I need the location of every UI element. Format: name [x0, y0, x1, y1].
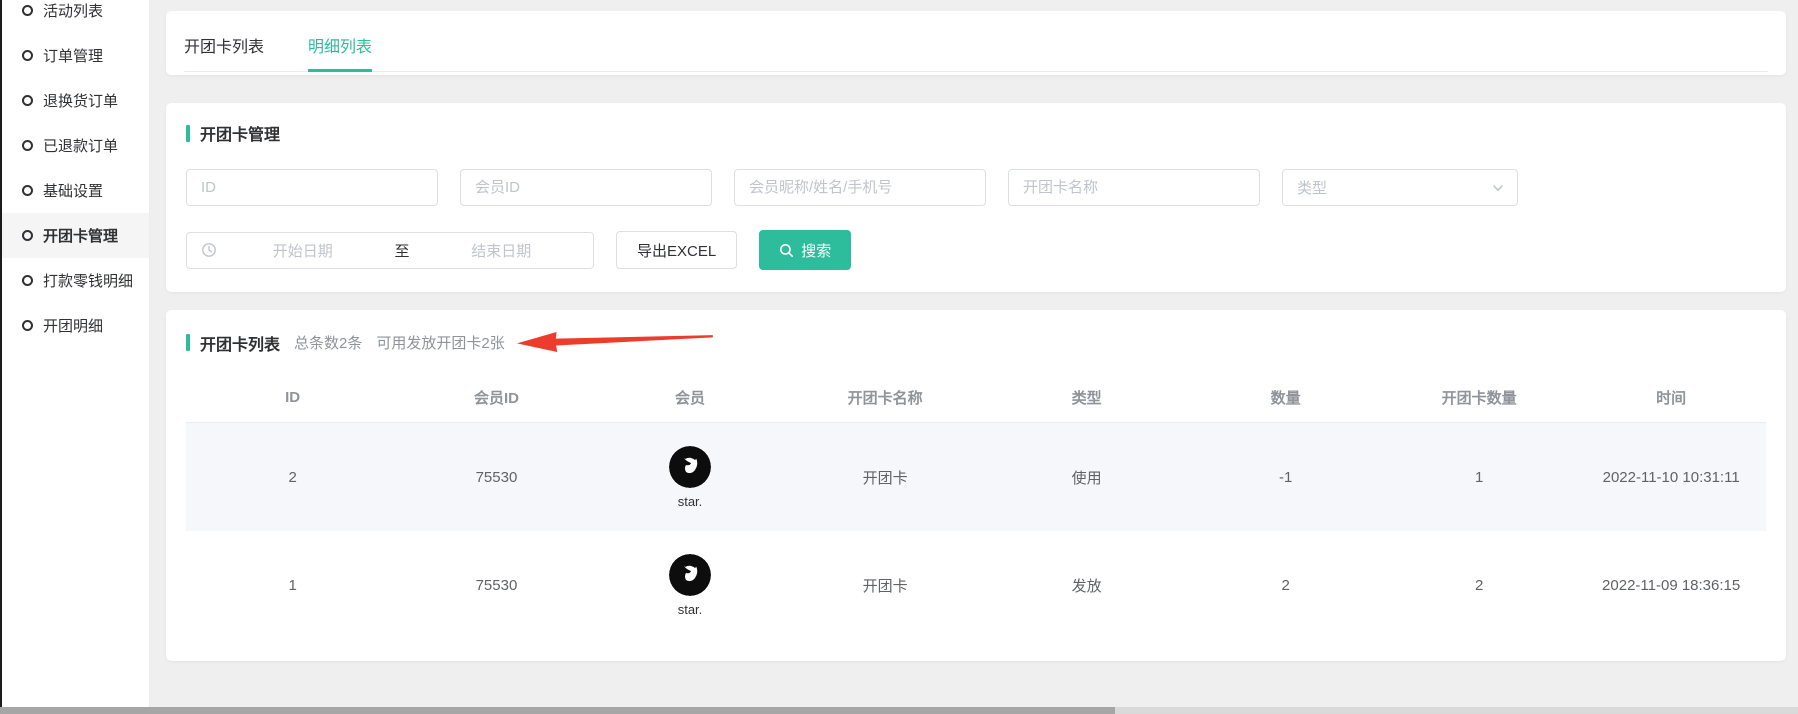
cell-quantity: 2: [1189, 531, 1382, 639]
table-row[interactable]: 1 75530 star. 开团卡 发放: [186, 531, 1766, 639]
table-title: 开团卡列表: [200, 331, 280, 355]
sidebar-item-label: 开团明细: [43, 315, 103, 336]
cell-member: star.: [594, 531, 787, 639]
cell-card-name: 开团卡: [786, 531, 984, 639]
date-start-placeholder: 开始日期: [225, 240, 381, 261]
cell-card-name: 开团卡: [786, 423, 984, 531]
search-button-label: 搜索: [801, 240, 831, 261]
member-avatar: [669, 446, 711, 488]
column-header-card-count: 开团卡数量: [1382, 375, 1576, 422]
total-count-text: 总条数2条: [294, 332, 362, 353]
column-header-quantity: 数量: [1189, 375, 1382, 422]
sidebar-item-group-card-management[interactable]: 开团卡管理: [0, 213, 149, 258]
circle-bullet-icon: [22, 5, 33, 16]
horizontal-scrollbar[interactable]: [0, 707, 1798, 714]
column-header-type: 类型: [984, 375, 1189, 422]
tab-group-card-list[interactable]: 开团卡列表: [184, 23, 264, 71]
member-name: star.: [678, 602, 703, 617]
cell-member-id: 75530: [399, 423, 593, 531]
export-excel-button[interactable]: 导出EXCEL: [616, 231, 737, 269]
cell-member: star.: [594, 423, 787, 531]
card-name-input[interactable]: [1008, 169, 1260, 206]
column-header-card-name: 开团卡名称: [786, 375, 984, 422]
clock-icon: [201, 242, 217, 258]
sidebar-item-payment-change-detail[interactable]: 打款零钱明细: [0, 258, 149, 303]
date-separator: 至: [389, 240, 416, 261]
member-name: star.: [678, 494, 703, 509]
filter-card: 开团卡管理 类型: [166, 103, 1786, 292]
sidebar-item-return-exchange-orders[interactable]: 退换货订单: [0, 78, 149, 123]
table-header-row: ID 会员ID 会员 开团卡名称 类型 数量 开团卡数量 时间: [186, 375, 1766, 423]
sidebar-item-label: 活动列表: [43, 0, 103, 21]
date-range-picker[interactable]: 开始日期 至 结束日期: [186, 232, 594, 269]
sidebar-item-label: 订单管理: [43, 45, 103, 66]
member-avatar: [669, 554, 711, 596]
section-accent-bar: [186, 125, 190, 142]
date-end-placeholder: 结束日期: [424, 240, 580, 261]
member-info-input[interactable]: [734, 169, 986, 206]
main-content: 开团卡列表 明细列表 开团卡管理 类型: [150, 0, 1798, 714]
cell-id: 1: [186, 531, 399, 639]
sidebar-item-label: 开团卡管理: [43, 225, 118, 246]
tab-detail-list[interactable]: 明细列表: [308, 23, 372, 71]
circle-bullet-icon: [22, 275, 33, 286]
circle-bullet-icon: [22, 230, 33, 241]
group-card-table: ID 会员ID 会员 开团卡名称 类型 数量 开团卡数量 时间 2 75530: [186, 375, 1766, 651]
sidebar-item-refunded-orders[interactable]: 已退款订单: [0, 123, 149, 168]
search-icon: [779, 243, 794, 258]
sidebar-item-activity-list[interactable]: 活动列表: [0, 0, 149, 33]
chevron-down-icon: [1491, 181, 1505, 195]
circle-bullet-icon: [22, 140, 33, 151]
member-id-input[interactable]: [460, 169, 712, 206]
column-header-id: ID: [186, 375, 399, 422]
circle-bullet-icon: [22, 95, 33, 106]
available-cards-text: 可用发放开团卡2张: [376, 332, 504, 353]
table-card: 开团卡列表 总条数2条 可用发放开团卡2张 ID 会员ID 会员 开团卡名称 类…: [166, 310, 1786, 661]
filter-title: 开团卡管理: [200, 121, 280, 145]
table-row[interactable]: 2 75530 star. 开团卡 使用: [186, 423, 1766, 531]
tabs-card: 开团卡列表 明细列表: [166, 11, 1786, 75]
column-header-time: 时间: [1576, 375, 1766, 422]
sidebar-item-label: 基础设置: [43, 180, 103, 201]
sidebar-item-label: 打款零钱明细: [43, 270, 133, 291]
section-accent-bar: [186, 334, 190, 351]
search-button[interactable]: 搜索: [759, 230, 851, 270]
cell-member-id: 75530: [399, 531, 593, 639]
app-window: 活动列表 订单管理 退换货订单 已退款订单 基础设置 开团卡管理: [0, 0, 1798, 714]
cell-time: 2022-11-10 10:31:11: [1576, 423, 1766, 531]
sidebar-item-group-detail[interactable]: 开团明细: [0, 303, 149, 348]
type-select[interactable]: 类型: [1282, 169, 1518, 206]
scrollbar-thumb[interactable]: [0, 707, 1115, 714]
column-header-member: 会员: [594, 375, 787, 422]
sidebar-menu: 活动列表 订单管理 退换货订单 已退款订单 基础设置 开团卡管理: [0, 0, 149, 348]
column-header-member-id: 会员ID: [399, 375, 593, 422]
circle-bullet-icon: [22, 320, 33, 331]
sidebar-item-basic-settings[interactable]: 基础设置: [0, 168, 149, 213]
circle-bullet-icon: [22, 50, 33, 61]
window-left-edge: [0, 0, 2, 714]
cell-time: 2022-11-09 18:36:15: [1576, 531, 1766, 639]
type-select-placeholder: 类型: [1297, 177, 1491, 198]
sidebar-item-label: 退换货订单: [43, 90, 118, 111]
id-input[interactable]: [186, 169, 438, 206]
cell-quantity: -1: [1189, 423, 1382, 531]
red-annotation-arrow: [514, 325, 715, 361]
sidebar: 活动列表 订单管理 退换货订单 已退款订单 基础设置 开团卡管理: [0, 0, 150, 714]
cell-card-count: 2: [1382, 531, 1576, 639]
cell-type: 发放: [984, 531, 1189, 639]
sidebar-item-label: 已退款订单: [43, 135, 118, 156]
cell-type: 使用: [984, 423, 1189, 531]
cell-card-count: 1: [1382, 423, 1576, 531]
cell-id: 2: [186, 423, 399, 531]
sidebar-item-order-management[interactable]: 订单管理: [0, 33, 149, 78]
circle-bullet-icon: [22, 185, 33, 196]
tabs: 开团卡列表 明细列表: [184, 23, 1768, 72]
